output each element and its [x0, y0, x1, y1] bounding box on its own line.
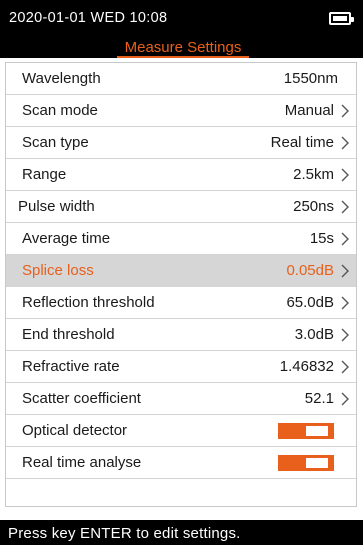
real-time-analyse-toggle[interactable]	[278, 455, 334, 471]
setting-label: Scatter coefficient	[22, 390, 141, 407]
battery-full-icon	[329, 12, 354, 25]
setting-value: 1.46832	[279, 358, 334, 375]
setting-row-scan-mode[interactable]: Scan mode Manual	[6, 95, 356, 127]
measure-settings-screen: 2020-01-01 WED 10:08 Measure Settings Wa…	[0, 0, 363, 545]
setting-label: Reflection threshold	[22, 294, 155, 311]
chevron-right-icon	[340, 296, 350, 310]
header-bar: 2020-01-01 WED 10:08 Measure Settings	[0, 0, 363, 58]
page-title: Measure Settings	[117, 38, 249, 58]
setting-row-average-time[interactable]: Average time 15s	[6, 223, 356, 255]
setting-label: Pulse width	[18, 198, 95, 215]
setting-value: 2.5km	[293, 166, 334, 183]
setting-value: 52.1	[304, 390, 334, 407]
chevron-right-icon	[340, 136, 350, 150]
setting-label: Optical detector	[22, 422, 128, 439]
setting-value: Real time	[270, 134, 334, 151]
settings-list: Wavelength 1550nm Scan mode Manual Scan …	[5, 62, 357, 507]
setting-label: Range	[22, 166, 67, 183]
setting-label: Refractive rate	[22, 358, 120, 375]
status-datetime: 2020-01-01 WED 10:08	[9, 10, 168, 26]
setting-label: End threshold	[22, 326, 115, 343]
setting-label: Wavelength	[22, 70, 101, 87]
setting-row-end-threshold[interactable]: End threshold 3.0dB	[6, 319, 356, 351]
setting-label: Splice loss	[22, 262, 94, 279]
footer-hint: Press key ENTER to edit settings.	[8, 525, 241, 542]
chevron-right-icon	[340, 360, 350, 374]
setting-row-scatter-coefficient[interactable]: Scatter coefficient 52.1	[6, 383, 356, 415]
setting-value: Manual	[284, 102, 334, 119]
setting-value: 3.0dB	[294, 326, 334, 343]
footer-bar: Press key ENTER to edit settings.	[0, 520, 363, 545]
setting-row-scan-type[interactable]: Scan type Real time	[6, 127, 356, 159]
chevron-right-icon	[340, 232, 350, 246]
setting-row-optical-detector[interactable]: Optical detector	[6, 415, 356, 447]
chevron-right-icon	[340, 264, 350, 278]
setting-label: Real time analyse	[22, 454, 142, 471]
chevron-right-icon	[340, 200, 350, 214]
setting-row-wavelength[interactable]: Wavelength 1550nm	[6, 63, 356, 95]
setting-value: 15s	[309, 230, 334, 247]
setting-value: 250ns	[293, 198, 334, 215]
chevron-right-icon	[340, 392, 350, 406]
chevron-right-icon	[340, 328, 350, 342]
setting-value: 0.05dB	[286, 262, 334, 279]
setting-row-real-time-analyse[interactable]: Real time analyse	[6, 447, 356, 479]
setting-value: 1550nm	[283, 70, 338, 87]
setting-value: 65.0dB	[286, 294, 334, 311]
toggle-knob	[306, 458, 328, 468]
toggle-knob	[306, 426, 328, 436]
chevron-right-icon	[340, 168, 350, 182]
setting-row-refractive-rate[interactable]: Refractive rate 1.46832	[6, 351, 356, 383]
setting-label: Scan mode	[22, 102, 98, 119]
setting-row-reflection-threshold[interactable]: Reflection threshold 65.0dB	[6, 287, 356, 319]
setting-row-splice-loss[interactable]: Splice loss 0.05dB	[6, 255, 356, 287]
setting-label: Scan type	[22, 134, 89, 151]
setting-row-pulse-width[interactable]: Pulse width 250ns	[6, 191, 356, 223]
setting-label: Average time	[22, 230, 111, 247]
chevron-right-icon	[340, 104, 350, 118]
optical-detector-toggle[interactable]	[278, 423, 334, 439]
setting-row-range[interactable]: Range 2.5km	[6, 159, 356, 191]
